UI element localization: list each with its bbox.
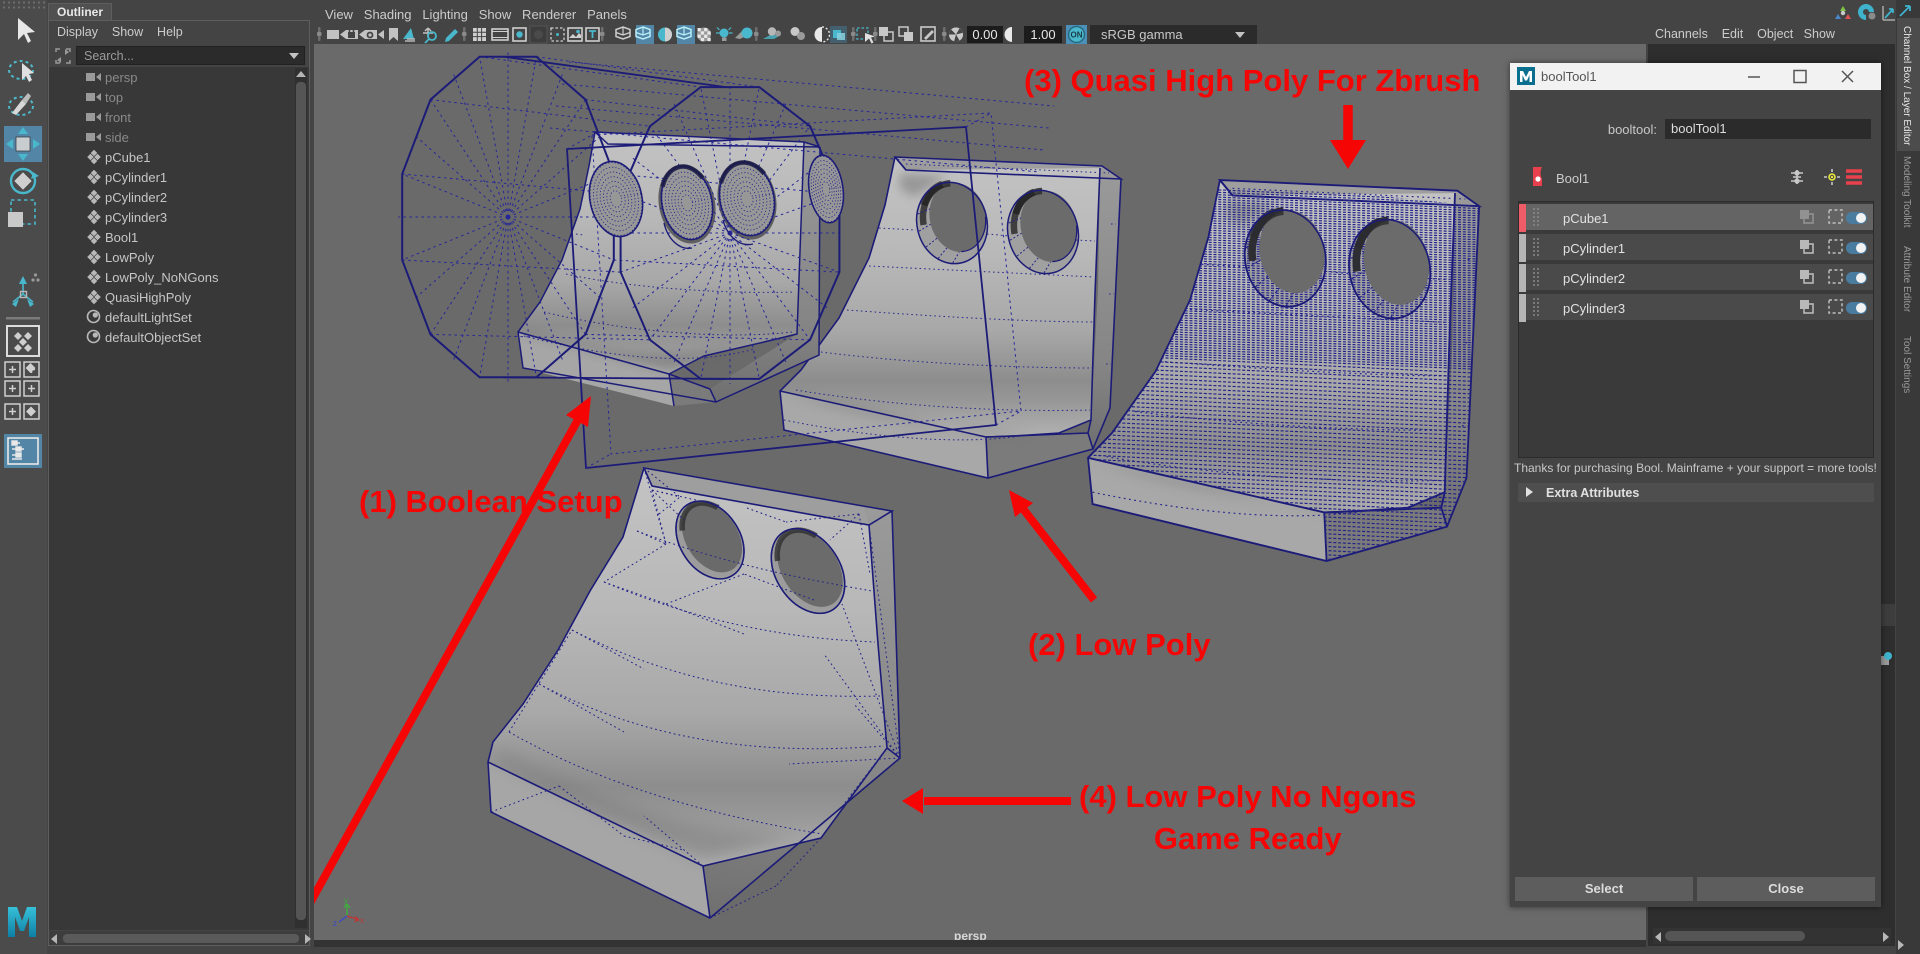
- svg-text:x: x: [360, 916, 364, 925]
- svg-text:z: z: [333, 919, 337, 928]
- svg-text:ON: ON: [1071, 31, 1083, 40]
- svg-text:0.00: 0.00: [972, 27, 997, 42]
- svg-text:1.00: 1.00: [1030, 27, 1055, 42]
- svg-text:sRGB gamma: sRGB gamma: [1101, 27, 1183, 42]
- svg-text:y: y: [344, 896, 348, 905]
